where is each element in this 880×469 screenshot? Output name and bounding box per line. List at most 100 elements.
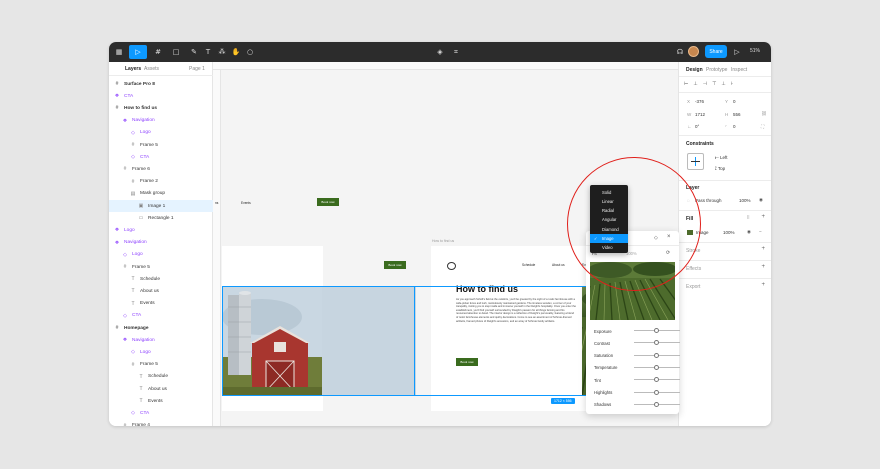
resources-icon[interactable]: ⁂ bbox=[217, 45, 227, 59]
adjustment-slider[interactable] bbox=[634, 328, 680, 333]
x-field[interactable]: -376 bbox=[695, 99, 704, 104]
layer-item[interactable]: ▤ Mask group bbox=[109, 188, 213, 200]
slider-knob[interactable] bbox=[654, 340, 659, 346]
main-menu-icon[interactable]: ▦ bbox=[112, 45, 126, 59]
layer-opacity[interactable]: 100% bbox=[739, 198, 751, 203]
layer-item[interactable]: # Frame 5 bbox=[109, 139, 213, 151]
dropdown-item-diamond[interactable]: Diamond bbox=[590, 225, 628, 234]
image-preview[interactable] bbox=[590, 262, 675, 320]
adjustment-slider[interactable] bbox=[634, 377, 680, 383]
dropdown-item-image[interactable]: ✓ Image bbox=[590, 234, 628, 243]
fill-swatch[interactable] bbox=[687, 230, 693, 235]
page-selector[interactable]: Page 1 bbox=[189, 66, 205, 72]
layer-item[interactable]: T About us bbox=[109, 383, 213, 395]
layer-item[interactable]: ▭ Rectangle 1 bbox=[109, 212, 213, 224]
dropdown-item-solid[interactable]: Solid bbox=[590, 188, 628, 197]
effects-title[interactable]: Effects bbox=[686, 266, 701, 272]
close-icon[interactable]: × bbox=[667, 234, 671, 240]
constraint-horizontal[interactable]: ⟝ Left bbox=[715, 155, 728, 160]
stroke-title[interactable]: Stroke bbox=[686, 248, 700, 254]
layer-item[interactable]: T Events bbox=[109, 298, 213, 310]
layer-item[interactable]: ◇ Logo bbox=[109, 249, 213, 261]
add-stroke-icon[interactable]: + bbox=[761, 246, 765, 252]
mask-selection-box[interactable] bbox=[222, 286, 415, 396]
adjustment-slider[interactable] bbox=[634, 352, 680, 358]
layer-item[interactable]: ◇ CTA bbox=[109, 310, 213, 322]
slider-knob[interactable] bbox=[654, 364, 659, 370]
dropdown-item-video[interactable]: Video bbox=[590, 243, 628, 252]
tab-layers[interactable]: Layers bbox=[125, 66, 141, 72]
component-icon[interactable]: ◈ bbox=[435, 45, 445, 59]
layer-item[interactable]: ❖ Navigation bbox=[109, 237, 213, 249]
layer-item[interactable]: ❖ Navigation bbox=[109, 334, 213, 346]
constrain-proportions-icon[interactable]: ⛓ bbox=[761, 111, 767, 117]
crop-icon[interactable]: ⌗ bbox=[451, 45, 461, 59]
layer-item[interactable]: ❖ CTA bbox=[109, 90, 213, 102]
blend-mode[interactable]: Pass through bbox=[695, 198, 722, 203]
layer-item[interactable]: T Schedule bbox=[109, 273, 213, 285]
visibility-icon[interactable]: ◉ bbox=[759, 197, 763, 203]
adjustment-slider[interactable] bbox=[634, 389, 680, 395]
slider-knob[interactable] bbox=[654, 401, 659, 407]
layer-item[interactable]: # Surface Pro 8 bbox=[109, 78, 213, 90]
slider-knob[interactable] bbox=[654, 328, 659, 333]
remove-fill-icon[interactable]: − bbox=[759, 229, 762, 234]
layer-item[interactable]: # Homepage bbox=[109, 322, 213, 334]
layer-item[interactable]: ❖ Navigation bbox=[109, 115, 213, 127]
layer-item[interactable]: ◇ CTA bbox=[109, 407, 213, 419]
pen-tool-icon[interactable]: ✎ bbox=[187, 45, 201, 59]
layer-item[interactable]: T Schedule bbox=[109, 371, 213, 383]
frame-label[interactable]: How to find us bbox=[432, 239, 454, 243]
headphones-icon[interactable]: ☊ bbox=[675, 45, 685, 59]
constraints-widget[interactable] bbox=[687, 153, 704, 170]
layer-item[interactable]: # Frame 2 bbox=[109, 176, 213, 188]
slider-knob[interactable] bbox=[654, 377, 659, 383]
slider-knob[interactable] bbox=[654, 389, 659, 395]
add-fill-icon[interactable]: + bbox=[761, 214, 765, 220]
tab-assets[interactable]: Assets bbox=[144, 66, 159, 72]
shape-tool-icon[interactable]: □ bbox=[169, 45, 183, 59]
adjustment-slider[interactable] bbox=[634, 401, 680, 407]
layer-item[interactable]: ◇ Logo bbox=[109, 346, 213, 358]
adjustment-slider[interactable] bbox=[634, 364, 680, 370]
dropdown-item-angular[interactable]: Angular bbox=[590, 216, 628, 225]
zoom-level[interactable]: 51% bbox=[750, 48, 760, 54]
style-icon[interactable]: ◇ bbox=[654, 235, 658, 241]
share-button[interactable]: Share bbox=[705, 45, 727, 58]
dropdown-item-radial[interactable]: Radial bbox=[590, 206, 628, 215]
layer-item[interactable]: T About us bbox=[109, 285, 213, 297]
add-effect-icon[interactable]: + bbox=[761, 264, 765, 270]
tab-prototype[interactable]: Prototype bbox=[706, 67, 727, 73]
tab-inspect[interactable]: Inspect bbox=[731, 67, 747, 73]
layer-item[interactable]: ❖ Logo bbox=[109, 224, 213, 236]
present-icon[interactable]: ▷ bbox=[733, 45, 741, 59]
move-tool-icon[interactable]: ▷ bbox=[129, 45, 147, 59]
slider-knob[interactable] bbox=[654, 352, 659, 358]
nav-schedule[interactable]: Schedule bbox=[522, 263, 535, 267]
layer-item[interactable]: # Frame 4 bbox=[109, 420, 213, 426]
constraint-vertical[interactable]: ⟟ Top bbox=[715, 166, 725, 171]
rotate-image-icon[interactable]: ⟳ bbox=[666, 250, 670, 256]
add-export-icon[interactable]: + bbox=[761, 282, 765, 288]
align-icons[interactable]: ⊢⊥⊣⊤⊥⊦ bbox=[684, 81, 738, 87]
export-title[interactable]: Export bbox=[686, 284, 700, 290]
styles-icon[interactable]: ⁞⁞ bbox=[747, 215, 750, 220]
tab-design[interactable]: Design bbox=[686, 67, 703, 73]
nav-about-us[interactable]: About us bbox=[552, 263, 565, 267]
y-field[interactable]: 0 bbox=[733, 99, 736, 104]
layer-item[interactable]: # How to find us bbox=[109, 102, 213, 114]
cta-button-left[interactable]: Book now bbox=[384, 261, 406, 269]
layer-item[interactable]: ◇ CTA bbox=[109, 151, 213, 163]
image-fill-popover[interactable]: ◇ × Fit 100% ⟳ Exposure Contrast Saturatio… bbox=[586, 231, 680, 414]
layer-item[interactable]: # Frame 6 bbox=[109, 163, 213, 175]
text-tool-icon[interactable]: T bbox=[203, 45, 213, 59]
fill-type[interactable]: Image bbox=[696, 230, 709, 235]
avatar[interactable] bbox=[688, 46, 699, 57]
radius-field[interactable]: 0 bbox=[733, 124, 736, 129]
fill-opacity[interactable]: 100% bbox=[723, 230, 735, 235]
logo[interactable] bbox=[447, 262, 456, 270]
adjustment-slider[interactable] bbox=[634, 340, 680, 346]
layer-item[interactable]: # Frame 5 bbox=[109, 359, 213, 371]
hand-tool-icon[interactable]: ✋ bbox=[231, 45, 241, 59]
cta-button[interactable]: Book now bbox=[317, 198, 339, 206]
